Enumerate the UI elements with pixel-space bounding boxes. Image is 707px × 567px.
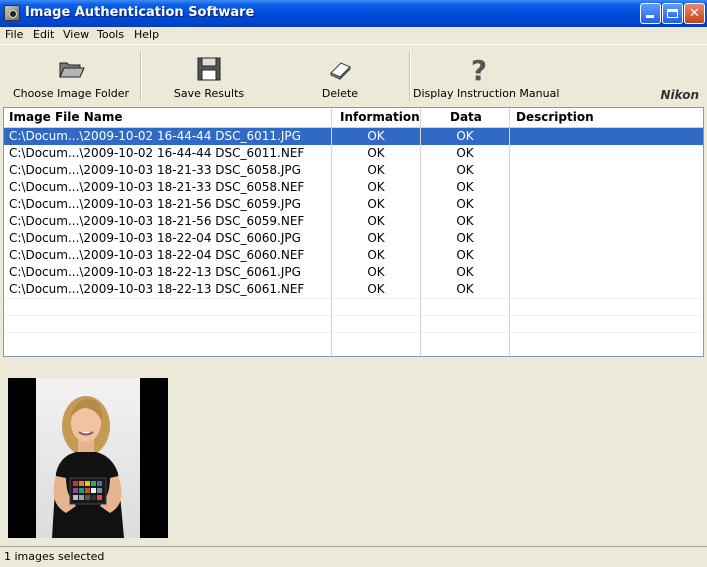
- menu-edit[interactable]: Edit: [33, 28, 54, 41]
- data-cell: OK: [456, 265, 474, 279]
- table-row[interactable]: C:\Docum...\2009-10-03 18-22-13 DSC_6061…: [4, 281, 703, 298]
- status-text: 1 images selected: [4, 550, 105, 563]
- file-name-cell: C:\Docum...\2009-10-03 18-21-33 DSC_6058…: [9, 180, 305, 194]
- information-cell: OK: [367, 129, 385, 143]
- file-name-cell: C:\Docum...\2009-10-02 16-44-44 DSC_6011…: [9, 146, 305, 160]
- instruction-manual-button[interactable]: ? Display Instruction Manual: [413, 45, 560, 103]
- information-cell: OK: [367, 231, 385, 245]
- file-name-cell: C:\Docum...\2009-10-03 18-22-04 DSC_6060…: [9, 248, 305, 262]
- save-results-button[interactable]: Save Results: [150, 45, 268, 103]
- data-cell: OK: [456, 129, 474, 143]
- question-mark-icon: ?: [471, 55, 487, 83]
- information-cell: OK: [367, 197, 385, 211]
- menu-help[interactable]: Help: [134, 28, 159, 41]
- file-name-cell: C:\Docum...\2009-10-03 18-22-04 DSC_6060…: [9, 231, 301, 245]
- header-image-file-name[interactable]: Image File Name: [9, 110, 123, 124]
- data-cell: OK: [456, 231, 474, 245]
- close-icon: ✕: [689, 6, 700, 21]
- table-row[interactable]: C:\Docum...\2009-10-03 18-22-04 DSC_6060…: [4, 230, 703, 247]
- file-name-cell: C:\Docum...\2009-10-03 18-22-13 DSC_6061…: [9, 282, 305, 296]
- data-cell: OK: [456, 214, 474, 228]
- nikon-logo: Nikon: [660, 88, 700, 102]
- status-bar: 1 images selected: [0, 546, 707, 567]
- table-row[interactable]: C:\Docum...\2009-10-03 18-21-33 DSC_6058…: [4, 162, 703, 179]
- maximize-button[interactable]: [662, 3, 683, 24]
- table-row[interactable]: C:\Docum...\2009-10-03 18-21-56 DSC_6059…: [4, 213, 703, 230]
- information-cell: OK: [367, 163, 385, 177]
- information-cell: OK: [367, 248, 385, 262]
- data-cell: OK: [456, 180, 474, 194]
- person-photo-illustration: [52, 396, 124, 538]
- table-header: Image File Name Information Data Descrip…: [4, 108, 703, 128]
- results-table[interactable]: Image File Name Information Data Descrip…: [3, 107, 704, 357]
- app-icon: [4, 5, 20, 21]
- data-cell: OK: [456, 163, 474, 177]
- menu-tools[interactable]: Tools: [97, 28, 124, 41]
- information-cell: OK: [367, 214, 385, 228]
- svg-text:?: ?: [471, 55, 487, 83]
- file-name-cell: C:\Docum...\2009-10-02 16-44-44 DSC_6011…: [9, 129, 301, 143]
- floppy-disk-icon: [197, 57, 221, 81]
- file-name-cell: C:\Docum...\2009-10-03 18-21-56 DSC_6059…: [9, 197, 301, 211]
- menu-bar: File Edit View Tools Help: [0, 27, 707, 44]
- minimize-icon: [646, 15, 654, 18]
- information-cell: OK: [367, 146, 385, 160]
- empty-row: [4, 332, 703, 350]
- information-cell: OK: [367, 180, 385, 194]
- empty-row: [4, 315, 703, 333]
- preview-photo: [36, 378, 140, 538]
- menu-file[interactable]: File: [5, 28, 23, 41]
- data-cell: OK: [456, 146, 474, 160]
- save-results-label: Save Results: [173, 87, 245, 100]
- choose-folder-button[interactable]: Choose Image Folder: [10, 45, 132, 103]
- file-name-cell: C:\Docum...\2009-10-03 18-21-56 DSC_6059…: [9, 214, 305, 228]
- file-name-cell: C:\Docum...\2009-10-03 18-21-33 DSC_6058…: [9, 163, 301, 177]
- table-row[interactable]: C:\Docum...\2009-10-03 18-22-13 DSC_6061…: [4, 264, 703, 281]
- information-cell: OK: [367, 265, 385, 279]
- title-bar[interactable]: Image Authentication Software ✕: [0, 0, 707, 27]
- table-row[interactable]: C:\Docum...\2009-10-02 16-44-44 DSC_6011…: [4, 145, 703, 162]
- table-row[interactable]: C:\Docum...\2009-10-02 16-44-44 DSC_6011…: [4, 128, 703, 145]
- table-row[interactable]: C:\Docum...\2009-10-03 18-21-56 DSC_6059…: [4, 196, 703, 213]
- header-description[interactable]: Description: [516, 110, 594, 124]
- information-cell: OK: [367, 282, 385, 296]
- minimize-button[interactable]: [640, 3, 661, 24]
- folder-icon: [59, 62, 85, 78]
- table-row[interactable]: C:\Docum...\2009-10-03 18-22-04 DSC_6060…: [4, 247, 703, 264]
- column-divider: [420, 108, 421, 356]
- eraser-icon: [330, 62, 351, 81]
- table-row[interactable]: C:\Docum...\2009-10-03 18-21-33 DSC_6058…: [4, 179, 703, 196]
- instruction-manual-label: Display Instruction Manual: [413, 87, 560, 100]
- header-data[interactable]: Data: [450, 110, 482, 124]
- maximize-icon: [667, 9, 678, 18]
- toolbar: Choose Image Folder Save Results Delete …: [0, 44, 707, 105]
- choose-folder-label: Choose Image Folder: [12, 87, 130, 100]
- header-information[interactable]: Information: [340, 110, 420, 124]
- data-cell: OK: [456, 282, 474, 296]
- column-divider: [509, 108, 510, 356]
- column-divider: [331, 108, 332, 356]
- menu-view[interactable]: View: [63, 28, 89, 41]
- empty-row: [4, 298, 703, 316]
- data-cell: OK: [456, 197, 474, 211]
- delete-button[interactable]: Delete: [300, 45, 380, 103]
- delete-label: Delete: [321, 87, 359, 100]
- image-preview[interactable]: [8, 378, 168, 538]
- close-button[interactable]: ✕: [684, 3, 705, 24]
- data-cell: OK: [456, 248, 474, 262]
- file-name-cell: C:\Docum...\2009-10-03 18-22-13 DSC_6061…: [9, 265, 301, 279]
- window-title: Image Authentication Software: [25, 5, 255, 20]
